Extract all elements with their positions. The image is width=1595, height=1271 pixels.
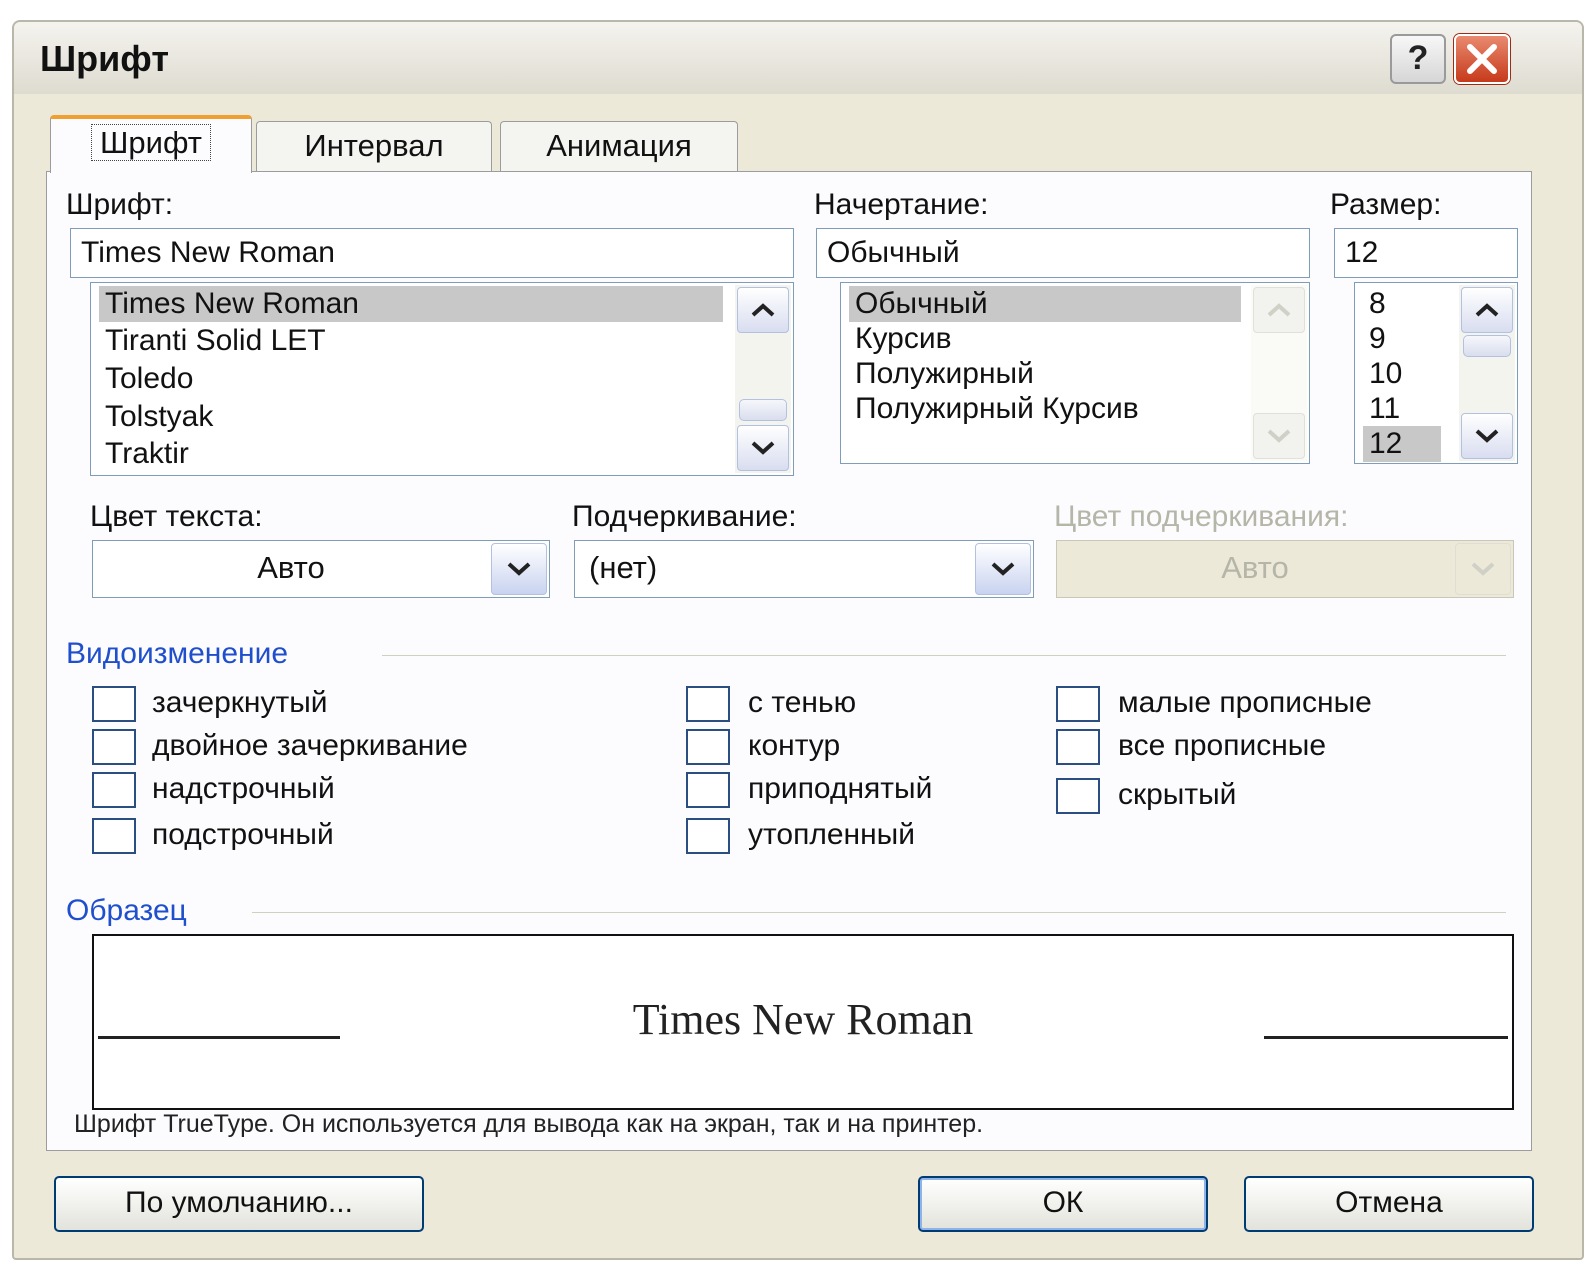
underline-color-label: Цвет подчеркивания: [1054, 500, 1349, 533]
baseline-right [1264, 1036, 1508, 1039]
preview-group-title: Образец [66, 894, 187, 927]
tab-font-label: Шрифт [91, 124, 211, 161]
checkbox-label: малые прописные [1118, 686, 1372, 719]
list-item[interactable]: 9 [1363, 321, 1392, 357]
font-scrollbar[interactable] [735, 285, 791, 473]
style-list[interactable]: Обычный Курсив Полужирный Полужирный Кур… [840, 282, 1310, 464]
size-list[interactable]: 8 9 10 11 12 [1354, 282, 1518, 464]
list-item[interactable]: 10 [1363, 356, 1408, 392]
title-bar[interactable]: Шрифт ? [14, 22, 1582, 94]
scroll-down-button[interactable] [1461, 413, 1513, 459]
font-info-note: Шрифт TrueType. Он используется для выво… [74, 1110, 984, 1138]
scroll-thumb[interactable] [739, 399, 787, 421]
style-input[interactable]: Обычный [816, 228, 1310, 278]
list-item[interactable]: Обычный [849, 286, 1241, 322]
underline-label: Подчеркивание: [572, 500, 797, 533]
list-item[interactable]: Полужирный [849, 356, 1040, 392]
small-caps-checkbox[interactable] [1056, 686, 1100, 722]
text-color-select[interactable]: Авто [92, 540, 550, 598]
text-color-value: Авто [257, 550, 325, 585]
chevron-up-icon [1475, 303, 1499, 317]
list-item[interactable]: 12 [1363, 426, 1441, 462]
style-label: Начертание: [814, 188, 989, 221]
size-scrollbar[interactable] [1459, 285, 1515, 461]
size-label: Размер: [1330, 188, 1442, 221]
list-item[interactable]: Traktir [99, 436, 195, 472]
scroll-down-button [1253, 413, 1305, 459]
group-divider [252, 912, 1506, 913]
tab-spacing[interactable]: Интервал [256, 121, 492, 171]
tab-animation[interactable]: Анимация [500, 121, 738, 171]
chevron-down-icon [991, 562, 1015, 576]
checkbox-label: контур [748, 729, 841, 762]
size-input[interactable]: 12 [1334, 228, 1518, 278]
underline-color-value: Авто [1221, 550, 1289, 585]
shadow-checkbox[interactable] [686, 686, 730, 722]
group-divider [382, 655, 1506, 656]
font-input[interactable]: Times New Roman [70, 228, 794, 278]
scroll-thumb[interactable] [1463, 335, 1511, 357]
list-item[interactable]: Toledo [99, 361, 199, 397]
tab-font[interactable]: Шрифт [50, 115, 252, 173]
preview-box: Times New Roman [92, 934, 1514, 1110]
dialog-title: Шрифт [40, 38, 169, 79]
close-icon [1467, 44, 1497, 74]
text-color-label: Цвет текста: [90, 500, 263, 533]
underline-select[interactable]: (нет) [574, 540, 1034, 598]
effects-group-title: Видоизменение [66, 637, 289, 670]
list-item[interactable]: 8 [1363, 286, 1392, 322]
checkbox-label: приподнятый [748, 772, 933, 805]
scroll-up-button [1253, 287, 1305, 333]
engrave-checkbox[interactable] [686, 818, 730, 854]
emboss-checkbox[interactable] [686, 772, 730, 808]
checkbox-label: надстрочный [152, 772, 335, 805]
scroll-up-button[interactable] [1461, 287, 1513, 333]
checkbox-label: утопленный [748, 818, 915, 851]
question-icon: ? [1407, 39, 1429, 77]
hidden-checkbox[interactable] [1056, 778, 1100, 814]
list-item[interactable]: Курсив [849, 321, 958, 357]
list-item[interactable]: Полужирный Курсив [849, 391, 1145, 427]
checkbox-label: подстрочный [152, 818, 334, 851]
superscript-checkbox[interactable] [92, 772, 136, 808]
scroll-up-button[interactable] [737, 287, 789, 333]
dropdown-button [1455, 543, 1511, 595]
underline-value: (нет) [589, 550, 658, 585]
list-item[interactable]: 11 [1363, 391, 1406, 427]
chevron-down-icon [1475, 429, 1499, 443]
ok-button[interactable]: ОК [918, 1176, 1208, 1232]
double-strikethrough-checkbox[interactable] [92, 729, 136, 765]
list-item[interactable]: Tolstyak [99, 399, 219, 435]
chevron-down-icon [1471, 562, 1495, 576]
cancel-button[interactable]: Отмена [1244, 1176, 1534, 1232]
all-caps-checkbox[interactable] [1056, 729, 1100, 765]
font-list[interactable]: Times New Roman Tiranti Solid LET Toledo… [90, 282, 794, 476]
chevron-up-icon [1267, 303, 1291, 317]
dropdown-button[interactable] [491, 543, 547, 595]
scroll-down-button[interactable] [737, 425, 789, 471]
close-button[interactable] [1454, 34, 1510, 84]
font-label: Шрифт: [66, 188, 174, 221]
checkbox-label: скрытый [1118, 778, 1237, 811]
strikethrough-checkbox[interactable] [92, 686, 136, 722]
checkbox-label: все прописные [1118, 729, 1327, 762]
chevron-down-icon [751, 441, 775, 455]
dropdown-button[interactable] [975, 543, 1031, 595]
list-item[interactable]: Tiranti Solid LET [99, 323, 332, 359]
chevron-down-icon [1267, 429, 1291, 443]
list-item[interactable]: Times New Roman [99, 286, 723, 322]
checkbox-label: зачеркнутый [152, 686, 328, 719]
checkbox-label: двойное зачеркивание [152, 729, 468, 762]
chevron-down-icon [507, 562, 531, 576]
chevron-up-icon [751, 303, 775, 317]
style-scrollbar[interactable] [1251, 285, 1307, 461]
default-button[interactable]: По умолчанию... [54, 1176, 424, 1232]
outline-checkbox[interactable] [686, 729, 730, 765]
underline-color-select: Авто [1056, 540, 1514, 598]
checkbox-label: с тенью [748, 686, 857, 719]
subscript-checkbox[interactable] [92, 818, 136, 854]
help-button[interactable]: ? [1390, 34, 1446, 84]
